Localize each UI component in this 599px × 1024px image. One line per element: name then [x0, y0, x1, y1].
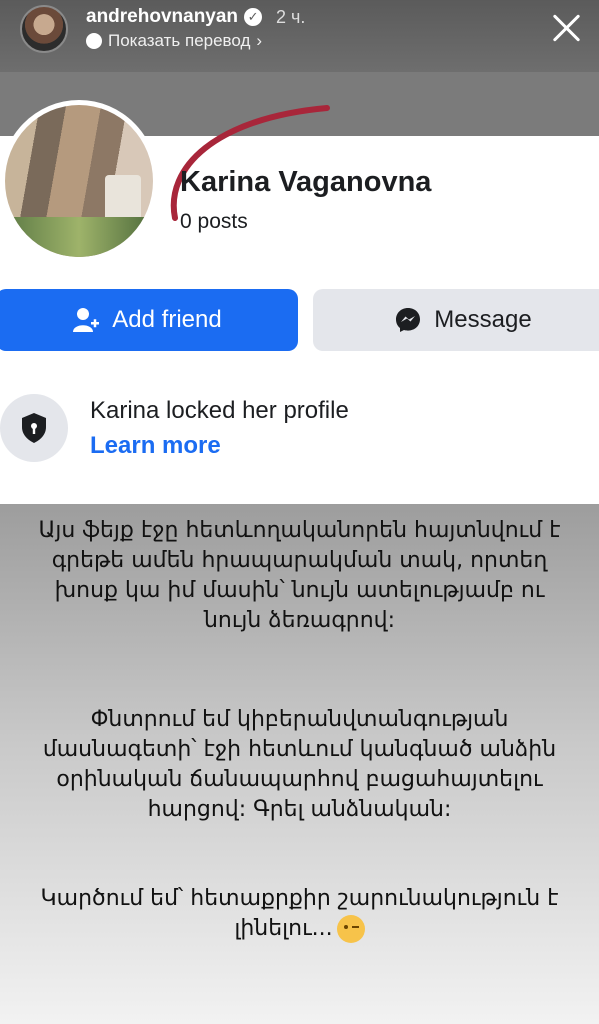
locked-profile-text: Karina locked her profile	[90, 397, 349, 424]
story-paragraph-2: Փնտրում եմ կիբերանվտանգության մասնագետի՝…	[42, 707, 557, 822]
story-paragraph-1: Այս ֆեյք էջը հետևողականորեն հայտնվում է …	[38, 518, 561, 633]
red-arc-decoration	[170, 105, 330, 221]
chevron-right-icon: ›	[256, 31, 263, 50]
wink-emoji-icon	[336, 915, 365, 943]
arc-stroke	[170, 105, 330, 221]
add-friend-icon	[73, 308, 100, 332]
show-translation-link[interactable]: Показать перевод ›	[86, 31, 262, 51]
post-time: 2 ч.	[276, 6, 306, 27]
learn-more-link[interactable]: Learn more	[90, 432, 221, 460]
story-header: andrehovnanyan ✓ 2 ч. Показать перевод ›	[0, 0, 599, 72]
verified-icon: ✓	[244, 8, 263, 26]
messenger-icon	[396, 308, 421, 332]
add-friend-button[interactable]: Add friend	[0, 289, 298, 351]
message-label: Message	[434, 306, 532, 333]
locked-profile-badge	[0, 394, 68, 462]
profile-photo-plants	[5, 217, 153, 257]
author-username[interactable]: andrehovnanyan ✓ 2 ч.	[86, 6, 305, 28]
add-friend-label: Add friend	[112, 306, 222, 333]
author-avatar[interactable]	[20, 5, 68, 53]
message-button[interactable]: Message	[313, 289, 599, 351]
translate-icon	[86, 33, 102, 49]
posts-count: 0 posts	[180, 210, 248, 233]
shield-lock-icon	[22, 413, 46, 443]
close-icon[interactable]	[549, 10, 585, 46]
profile-name: Karina Vaganovna	[180, 166, 432, 198]
story-paragraph-3-text: Կարծում եմ՝ հետաքրքիր շարունակություն է …	[40, 886, 559, 941]
translate-label: Показать перевод	[108, 31, 251, 50]
profile-photo[interactable]	[0, 100, 158, 262]
username-text: andrehovnanyan	[86, 6, 239, 27]
story-paragraph-3: Կարծում եմ՝ հետաքրքիր շարունակություն է …	[0, 884, 599, 944]
